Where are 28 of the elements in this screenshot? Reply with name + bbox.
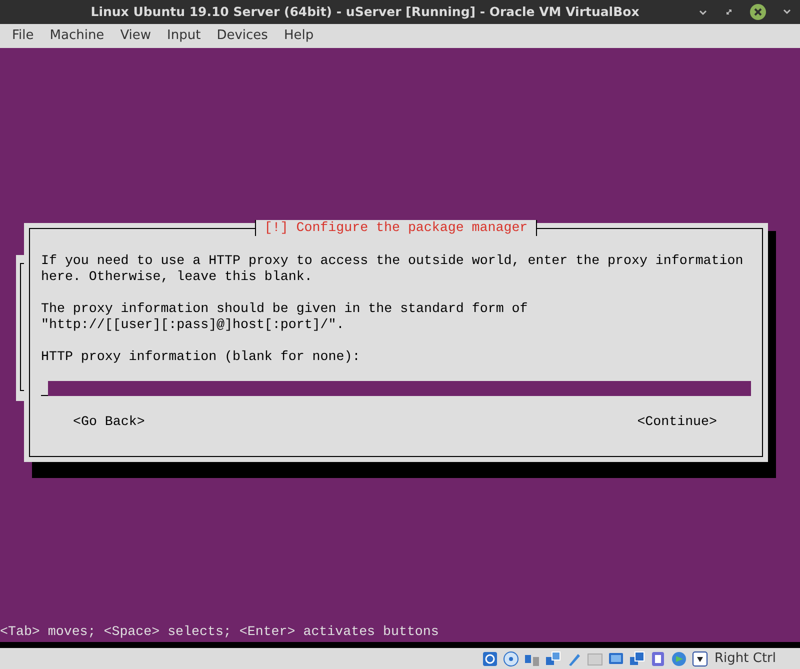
keyboard-capture-icon[interactable]	[692, 650, 708, 666]
dialog-text: here. Otherwise, leave this blank.	[41, 269, 314, 285]
hard-disk-icon[interactable]	[482, 650, 498, 666]
chip-icon[interactable]	[650, 650, 666, 666]
input-field[interactable]	[48, 381, 751, 396]
host-key: Right Ctrl	[714, 648, 776, 668]
menu-item[interactable]: Machine	[42, 26, 112, 46]
dialog-button[interactable]: <Go Back>	[73, 414, 145, 430]
dialog-text: If you need to use a HTTP proxy to access the outside world, enter the proxy information	[41, 253, 744, 269]
dialog-text: The proxy information should be given in the standard form of	[41, 301, 529, 317]
menu-item[interactable]: File	[4, 26, 42, 46]
network-icon[interactable]	[544, 650, 560, 666]
dialog-text: "http://[[user][:pass]@]host[:port]/".	[41, 317, 346, 333]
display-icon[interactable]	[608, 650, 624, 666]
menu-item[interactable]: Devices	[208, 26, 276, 46]
chevron-down-icon[interactable]	[782, 7, 792, 17]
restore-icon[interactable]	[724, 7, 734, 17]
window-title: Linux Ubuntu 19.10 Server (64bit) - uServer [Running] - Oracle VM VirtualBox	[90, 2, 640, 21]
windows-icon[interactable]	[628, 650, 644, 666]
field-label: HTTP proxy information (blank for none):	[41, 349, 362, 365]
dialog-button[interactable]: <Continue>	[637, 414, 717, 430]
menu-item[interactable]: Help	[276, 26, 322, 46]
menu-item[interactable]: Input	[159, 26, 209, 46]
dialog-title: [!] Configure the package manager	[255, 220, 537, 236]
optical-disc-icon[interactable]	[502, 650, 518, 666]
close-icon[interactable]	[750, 4, 766, 20]
menu-item[interactable]: View	[112, 26, 160, 46]
key-hint: <Tab> moves; <Space> selects; <Enter> activates buttons	[0, 624, 439, 640]
